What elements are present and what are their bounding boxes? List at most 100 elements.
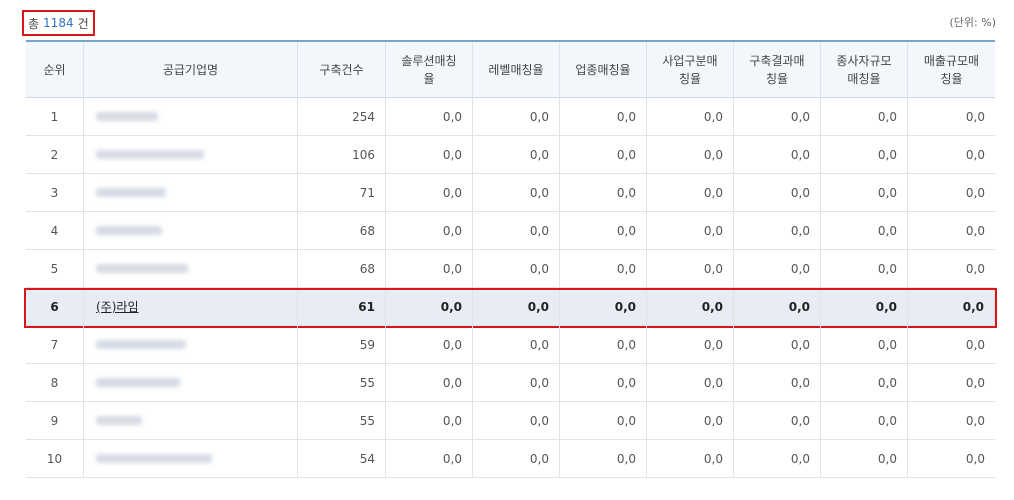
table-row[interactable]: 5 68 0,0 0,0 0,0 0,0 0,0 0,0 0,0 — [26, 250, 995, 288]
rate-cell: 0,0 — [386, 98, 473, 135]
column-header: 레벨매칭율 — [473, 42, 560, 97]
company-name-cell[interactable] — [84, 98, 298, 135]
company-name-cell[interactable] — [84, 440, 298, 477]
rank-cell: 6 — [26, 288, 84, 325]
rate-cell: 0,0 — [473, 250, 560, 287]
rank-cell: 7 — [26, 326, 84, 363]
rate-cell: 0,0 — [647, 402, 734, 439]
table-row[interactable]: 6 (주)라임 61 0,0 0,0 0,0 0,0 0,0 0,0 0,0 — [24, 288, 997, 328]
rate-cell: 0,0 — [473, 136, 560, 173]
rate-cell: 0,0 — [734, 402, 821, 439]
column-header: 종사자규모 매칭율 — [821, 42, 908, 97]
rate-cell: 0,0 — [734, 212, 821, 249]
rate-cell: 0,0 — [560, 364, 647, 401]
company-name-cell[interactable] — [84, 250, 298, 287]
rate-cell: 0,0 — [386, 288, 473, 325]
company-name-cell[interactable] — [84, 326, 298, 363]
build-count-cell: 254 — [298, 98, 386, 135]
table-row[interactable]: 4 68 0,0 0,0 0,0 0,0 0,0 0,0 0,0 — [26, 212, 995, 250]
company-name-cell[interactable] — [84, 402, 298, 439]
company-name-cell[interactable] — [84, 136, 298, 173]
redacted-company-name — [96, 454, 212, 463]
table-row[interactable]: 3 71 0,0 0,0 0,0 0,0 0,0 0,0 0,0 — [26, 174, 995, 212]
rate-cell: 0,0 — [560, 250, 647, 287]
rate-cell: 0,0 — [821, 250, 908, 287]
rate-cell: 0,0 — [473, 212, 560, 249]
rate-cell: 0,0 — [386, 136, 473, 173]
unit-label: (단위: %) — [949, 16, 996, 29]
rate-cell: 0,0 — [734, 440, 821, 477]
total-prefix: 총 — [28, 16, 40, 31]
build-count-cell: 55 — [298, 364, 386, 401]
rate-cell: 0,0 — [821, 364, 908, 401]
table-toolbar: 총 1184 건 (단위: %) — [22, 10, 996, 36]
table-row[interactable]: 8 55 0,0 0,0 0,0 0,0 0,0 0,0 0,0 — [26, 364, 995, 402]
rate-cell: 0,0 — [821, 174, 908, 211]
rate-cell: 0,0 — [821, 288, 908, 325]
build-count-cell: 54 — [298, 440, 386, 477]
table-row[interactable]: 2 106 0,0 0,0 0,0 0,0 0,0 0,0 0,0 — [26, 136, 995, 174]
rate-cell: 0,0 — [473, 98, 560, 135]
rate-cell: 0,0 — [386, 364, 473, 401]
rank-cell: 1 — [26, 98, 84, 135]
rate-cell: 0,0 — [734, 250, 821, 287]
rate-cell: 0,0 — [821, 98, 908, 135]
build-count-cell: 68 — [298, 212, 386, 249]
total-count: 1184 — [43, 16, 74, 30]
rank-cell: 9 — [26, 402, 84, 439]
rate-cell: 0,0 — [560, 402, 647, 439]
rate-cell: 0,0 — [821, 440, 908, 477]
redacted-company-name — [96, 150, 204, 159]
rate-cell: 0,0 — [473, 288, 560, 325]
build-count-cell: 106 — [298, 136, 386, 173]
company-name-link[interactable]: (주)라임 — [96, 298, 138, 315]
rate-cell: 0,0 — [386, 402, 473, 439]
rate-cell: 0,0 — [560, 440, 647, 477]
redacted-company-name — [96, 226, 162, 235]
rate-cell: 0,0 — [821, 402, 908, 439]
total-suffix: 건 — [77, 16, 89, 31]
rate-cell: 0,0 — [560, 136, 647, 173]
table-row[interactable]: 10 54 0,0 0,0 0,0 0,0 0,0 0,0 0,0 — [26, 440, 995, 478]
company-name-cell[interactable] — [84, 364, 298, 401]
table-row[interactable]: 9 55 0,0 0,0 0,0 0,0 0,0 0,0 0,0 — [26, 402, 995, 440]
total-count-box: 총 1184 건 — [22, 10, 95, 36]
rank-cell: 8 — [26, 364, 84, 401]
table-row[interactable]: 1 254 0,0 0,0 0,0 0,0 0,0 0,0 0,0 — [26, 98, 995, 136]
rate-cell: 0,0 — [908, 288, 995, 325]
rate-cell: 0,0 — [386, 212, 473, 249]
rate-cell: 0,0 — [647, 98, 734, 135]
rate-cell: 0,0 — [821, 326, 908, 363]
company-name-cell[interactable] — [84, 174, 298, 211]
rate-cell: 0,0 — [473, 174, 560, 211]
rank-cell: 5 — [26, 250, 84, 287]
rate-cell: 0,0 — [821, 136, 908, 173]
column-header: 구축결과매 칭율 — [734, 42, 821, 97]
company-name-cell[interactable]: (주)라임 — [84, 288, 298, 325]
rate-cell: 0,0 — [386, 174, 473, 211]
rate-cell: 0,0 — [734, 98, 821, 135]
build-count-cell: 61 — [298, 288, 386, 325]
rate-cell: 0,0 — [734, 174, 821, 211]
rate-cell: 0,0 — [560, 212, 647, 249]
rank-cell: 10 — [26, 440, 84, 477]
redacted-company-name — [96, 378, 180, 387]
rate-cell: 0,0 — [734, 364, 821, 401]
rate-cell: 0,0 — [734, 288, 821, 325]
table-row[interactable]: 7 59 0,0 0,0 0,0 0,0 0,0 0,0 0,0 — [26, 326, 995, 364]
rank-cell: 3 — [26, 174, 84, 211]
matching-rate-table: 순위 공급기업명 구축건수 솔루션매칭 율 레벨매칭율 업종매칭율 사업구분매 칭율 구축결과… — [24, 40, 997, 478]
rate-cell: 0,0 — [647, 136, 734, 173]
rate-cell: 0,0 — [386, 250, 473, 287]
rate-cell: 0,0 — [647, 212, 734, 249]
rate-cell: 0,0 — [965, 223, 985, 238]
rate-cell: 0,0 — [965, 337, 985, 352]
rate-cell: 0,0 — [647, 440, 734, 477]
column-header: 공급기업명 — [84, 42, 298, 97]
column-header: 솔루션매칭 율 — [386, 42, 473, 97]
redacted-company-name — [96, 340, 186, 349]
column-header: 순위 — [26, 42, 84, 97]
rank-cell: 2 — [26, 136, 84, 173]
rate-cell: 0,0 — [386, 326, 473, 363]
company-name-cell[interactable] — [84, 212, 298, 249]
